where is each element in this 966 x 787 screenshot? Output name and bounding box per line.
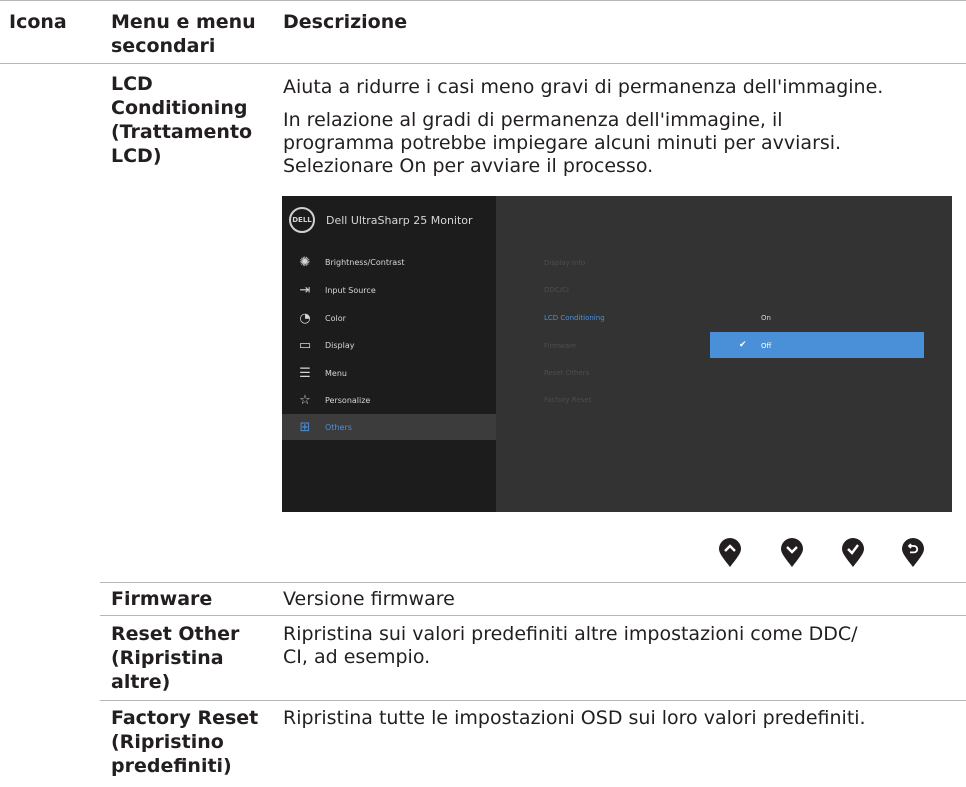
- osd-menu-brightness[interactable]: ✺ Brightness/Contrast: [282, 249, 496, 275]
- row-rule-factory-reset: [100, 700, 966, 701]
- osd-sub-reset-others[interactable]: Reset Others: [544, 369, 589, 377]
- header-rule: [0, 63, 966, 64]
- osd-menu-personalize[interactable]: ☆ Personalize: [282, 387, 496, 413]
- osd-option-off[interactable]: Off: [761, 342, 771, 350]
- lcd-conditioning-detail: In relazione al gradi di permanenza dell…: [283, 109, 842, 177]
- row-rule-reset-other: [100, 615, 966, 616]
- color-palette-icon: ◔: [299, 310, 311, 326]
- input-source-icon: ⇥: [299, 282, 311, 298]
- back-icon: [902, 538, 924, 567]
- firmware-term: Firmware: [111, 588, 213, 610]
- osd-sub-display-info[interactable]: Display Info: [544, 259, 585, 267]
- osd-menu-display[interactable]: ▭ Display: [282, 332, 496, 358]
- osd-menu-menu[interactable]: ☰ Menu: [282, 360, 496, 386]
- osd-menu-color[interactable]: ◔ Color: [282, 305, 496, 331]
- osd-sub-lcd-conditioning[interactable]: LCD Conditioning: [544, 314, 605, 322]
- row-rule-firmware: [100, 582, 966, 583]
- osd-screenshot: DELL Dell UltraSharp 25 Monitor ✺ Bright…: [282, 196, 952, 512]
- firmware-description: Versione firmware: [283, 588, 455, 610]
- osd-title: Dell UltraSharp 25 Monitor: [326, 214, 473, 227]
- down-icon: [781, 538, 803, 567]
- menu-icon: ☰: [299, 365, 311, 381]
- osd-menu-others[interactable]: ⊞ Others: [282, 414, 496, 440]
- osd-main-menu-panel: DELL Dell UltraSharp 25 Monitor ✺ Bright…: [282, 196, 496, 512]
- display-icon: ▭: [298, 337, 312, 353]
- osd-sub-factory-reset[interactable]: Factory Reset: [544, 396, 591, 404]
- check-icon: [842, 538, 864, 567]
- osd-option-on[interactable]: On: [761, 314, 771, 322]
- factory-reset-term: Factory Reset (Ripristino predefiniti): [111, 707, 259, 777]
- osd-check-icon: ✔: [739, 340, 747, 350]
- top-rule: [0, 0, 966, 1]
- others-icon: ⊞: [299, 419, 311, 435]
- osd-menu-input-source[interactable]: ⇥ Input Source: [282, 277, 496, 303]
- header-description-column: Descrizione: [283, 11, 408, 33]
- factory-reset-description: Ripristina tutte le impostazioni OSD sui…: [283, 707, 866, 729]
- reset-other-term: Reset Other (Ripristina altre): [111, 623, 240, 693]
- lcd-conditioning-description: Aiuta a ridurre i casi meno gravi di per…: [283, 76, 884, 98]
- lcd-conditioning-term: LCD Conditioning (Trattamento LCD): [111, 73, 253, 167]
- header-icon-column: Icona: [9, 11, 67, 33]
- brightness-icon: ✺: [299, 254, 311, 270]
- osd-sub-firmware[interactable]: Firmware: [544, 342, 576, 350]
- header-menu-column: Menu e menu secondari: [111, 11, 256, 57]
- dell-logo: DELL: [289, 207, 315, 233]
- up-icon: [719, 538, 741, 567]
- reset-other-description: Ripristina sui valori predefiniti altre …: [283, 623, 858, 668]
- star-icon: ☆: [299, 392, 311, 408]
- osd-sub-ddc-ci[interactable]: DDC/CI: [544, 286, 569, 294]
